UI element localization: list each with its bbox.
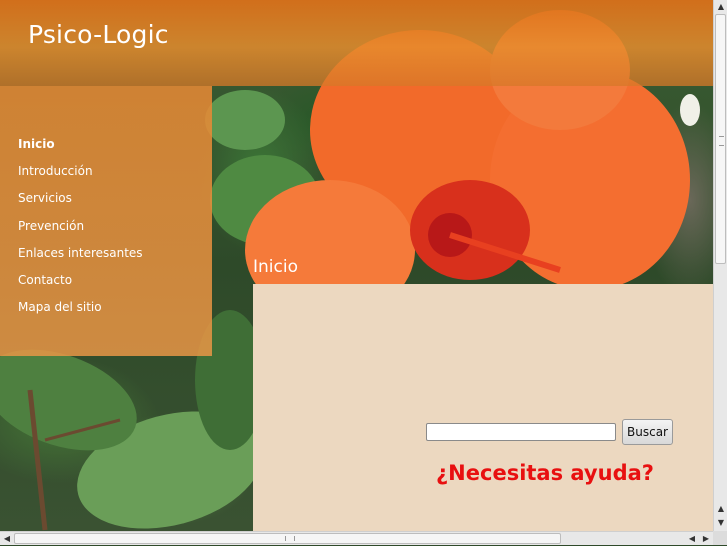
nav-item-enlaces-interesantes[interactable]: Enlaces interesantes — [18, 246, 143, 273]
arrow-up-icon[interactable]: ▲ — [714, 0, 727, 14]
search-button[interactable]: Buscar — [622, 419, 673, 445]
vertical-scroll-thumb[interactable] — [715, 14, 726, 264]
vertical-scrollbar[interactable]: ▲ ▲ ▼ — [713, 0, 727, 531]
horizontal-scrollbar[interactable]: ◀ ◀ ▶ — [0, 531, 713, 545]
arrow-up-icon[interactable]: ▲ — [714, 502, 727, 516]
nav-item-inicio[interactable]: Inicio — [18, 137, 143, 164]
nav-item-servicios[interactable]: Servicios — [18, 191, 143, 218]
site-header: Psico-Logic — [0, 0, 713, 86]
nav-item-contacto[interactable]: Contacto — [18, 273, 143, 300]
grip-icon — [719, 136, 724, 146]
nav-item-prevencion[interactable]: Prevención — [18, 219, 143, 246]
arrow-right-icon[interactable]: ▶ — [699, 532, 713, 546]
arrow-left-icon[interactable]: ◀ — [685, 532, 699, 546]
nav-menu: Inicio Introducción Servicios Prevención… — [18, 137, 143, 327]
arrow-left-icon[interactable]: ◀ — [0, 532, 14, 546]
nav-item-introduccion[interactable]: Introducción — [18, 164, 143, 191]
section-title: Inicio — [253, 257, 298, 277]
horizontal-scroll-thumb[interactable] — [14, 533, 561, 544]
help-heading[interactable]: ¿Necesitas ayuda? — [436, 461, 654, 485]
search-input[interactable] — [426, 423, 616, 441]
sidebar-nav: Inicio Introducción Servicios Prevención… — [0, 86, 212, 356]
nav-item-mapa-del-sitio[interactable]: Mapa del sitio — [18, 300, 143, 327]
grip-icon — [285, 536, 295, 541]
scrollbar-corner — [713, 531, 727, 545]
content-panel: Buscar ¿Necesitas ayuda? — [253, 284, 713, 531]
arrow-down-icon[interactable]: ▼ — [714, 516, 727, 530]
site-title[interactable]: Psico-Logic — [28, 20, 169, 49]
